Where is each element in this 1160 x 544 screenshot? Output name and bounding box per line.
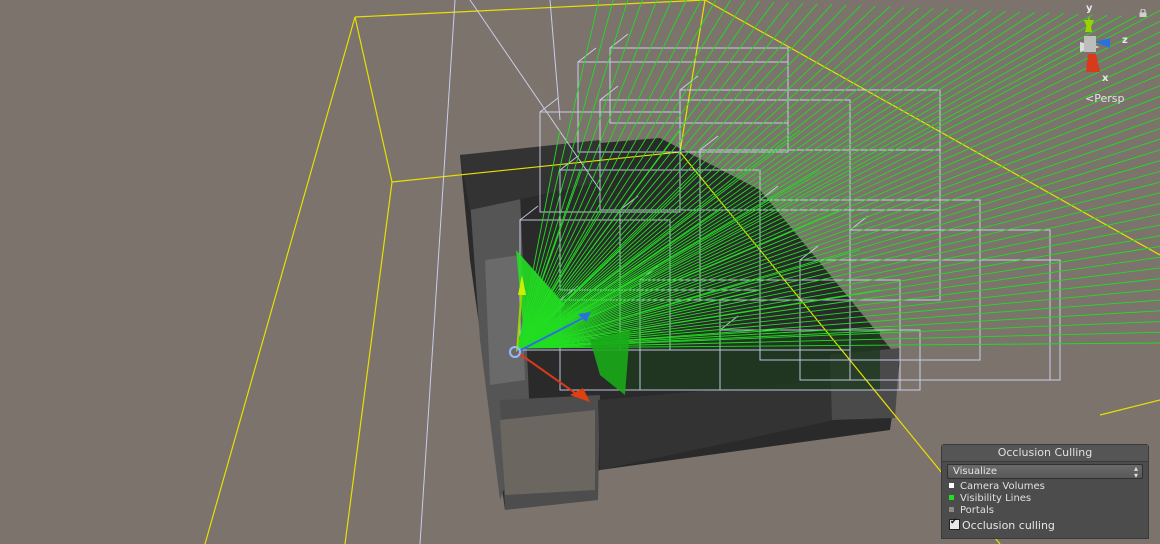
axis-y-label: y: [1086, 3, 1093, 14]
checkbox-label: Occlusion culling: [962, 519, 1055, 532]
legend-item: Portals: [949, 505, 994, 517]
select-value: Visualize: [953, 466, 998, 477]
occlusion-culling-panel: Occlusion Culling Visualize ▴ ▾ Camera Vo…: [941, 444, 1149, 539]
lock-icon[interactable]: [1139, 9, 1147, 17]
axis-x-label: x: [1102, 73, 1109, 84]
updown-arrows-icon: ▴ ▾: [1133, 464, 1138, 480]
checkbox-icon[interactable]: [949, 517, 960, 530]
legend-label: Camera Volumes: [960, 481, 1045, 492]
portals-swatch: [949, 507, 954, 512]
legend-label: Portals: [960, 505, 994, 516]
chevron-left-icon: <: [1085, 92, 1095, 105]
projection-label: Persp: [1094, 92, 1125, 105]
axis-z-label: z: [1122, 35, 1128, 46]
projection-toggle[interactable]: <Persp: [1085, 92, 1124, 105]
legend-label: Visibility Lines: [960, 493, 1032, 504]
occlusion-culling-checkbox[interactable]: Occlusion culling: [949, 517, 1055, 532]
camera-volumes-swatch: [949, 483, 954, 488]
legend-item: Visibility Lines: [949, 493, 1031, 505]
legend-item: Camera Volumes: [949, 481, 1045, 493]
visibility-lines-swatch: [949, 495, 954, 500]
panel-title: Occlusion Culling: [942, 445, 1148, 462]
visualize-mode-select[interactable]: Visualize ▴ ▾: [947, 464, 1143, 480]
